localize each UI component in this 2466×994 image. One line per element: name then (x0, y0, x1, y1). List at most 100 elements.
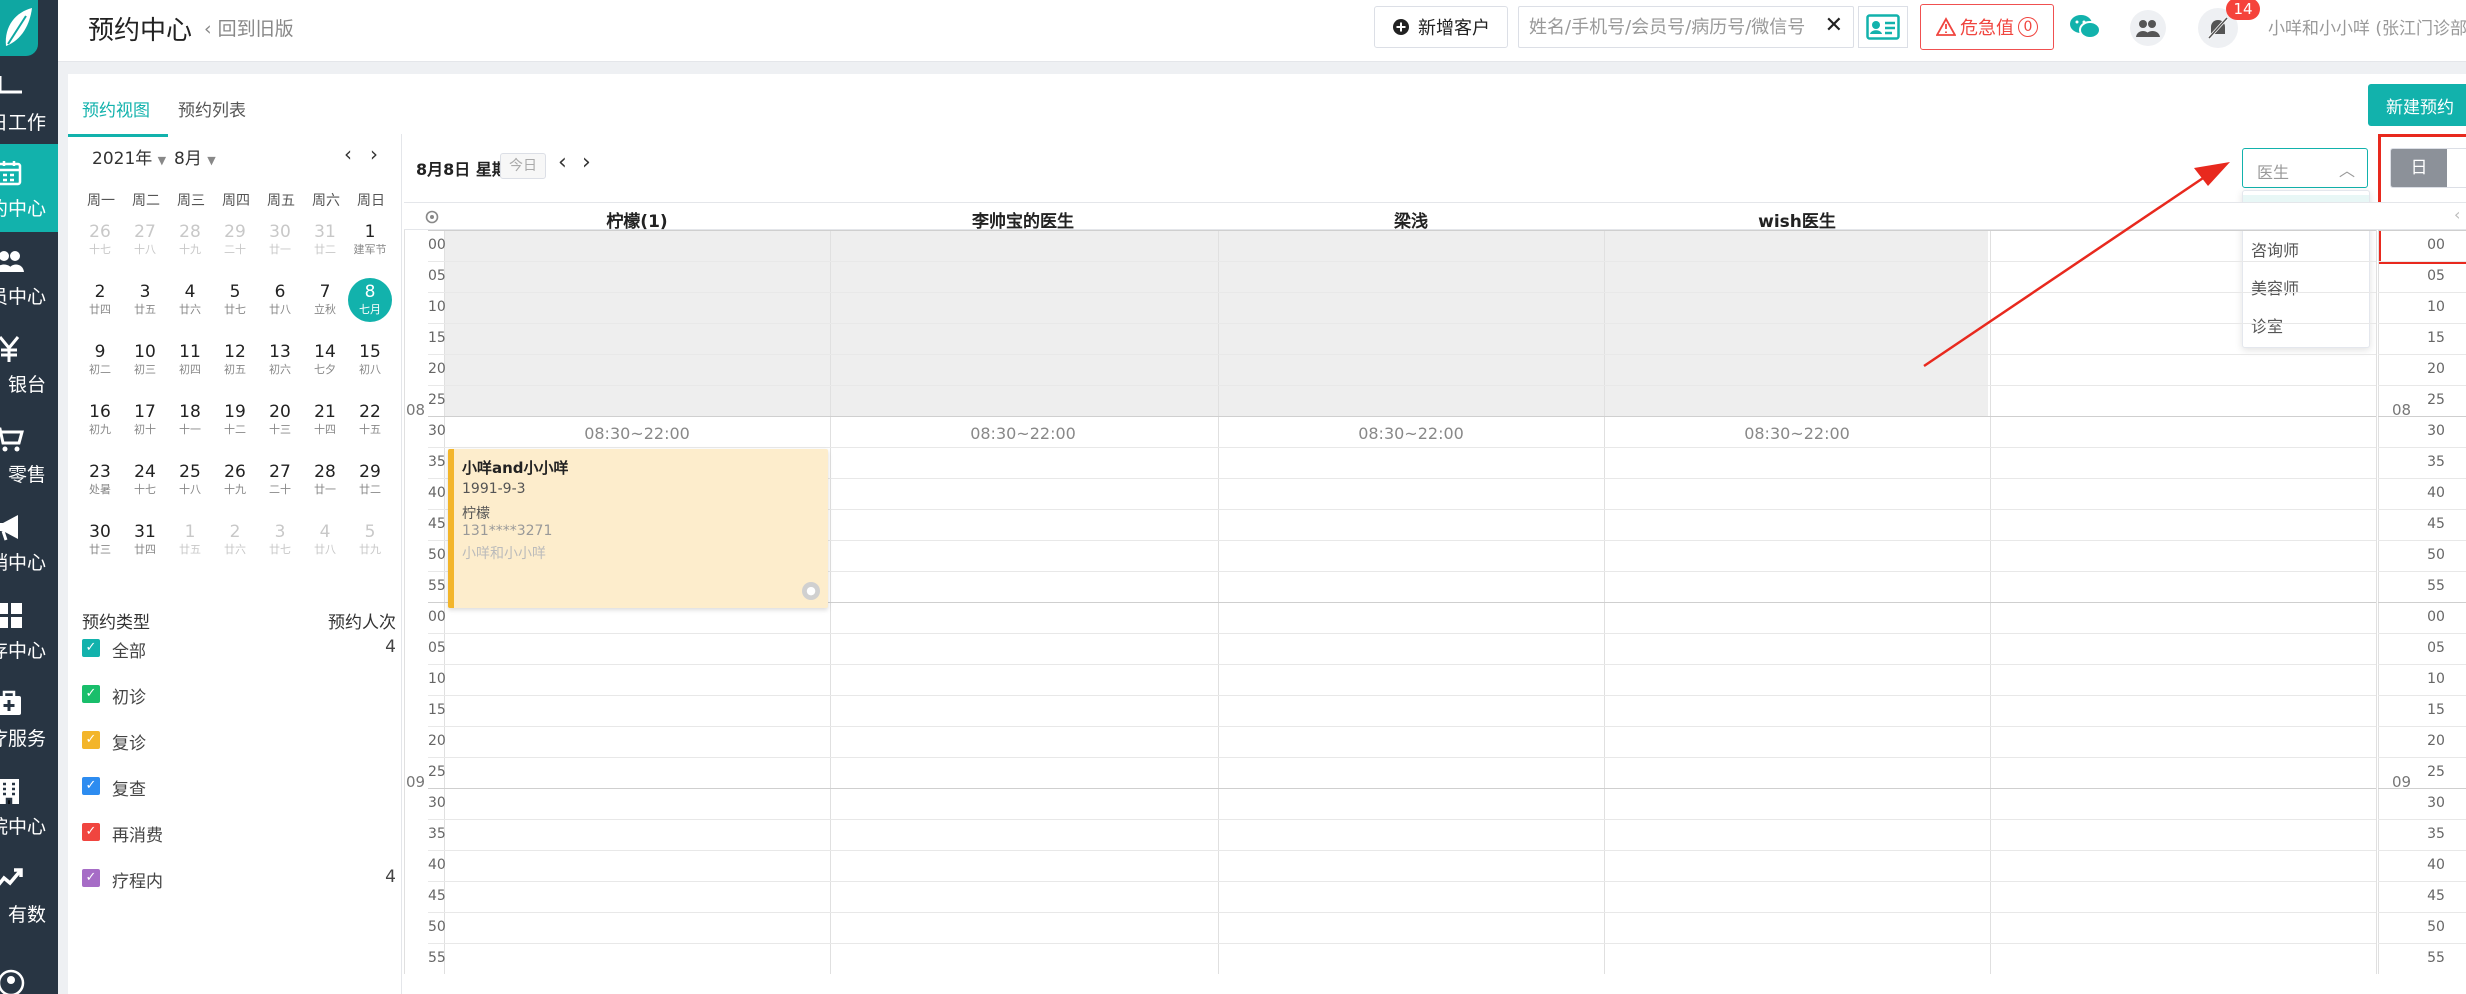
calendar-day[interactable]: 11 初四 (168, 338, 212, 382)
day-number: 26 (89, 222, 111, 242)
sidebar-item-clinic-center[interactable]: 院中心 (0, 762, 58, 850)
calendar-day[interactable]: 23 处暑 (78, 458, 122, 502)
sidebar-item-analytics[interactable]: 有数 (0, 850, 58, 938)
calendar-day[interactable]: 27 十八 (123, 218, 167, 262)
appointment-card[interactable]: 小咩and小小咩 1991-9-3 柠檬 131****3271 小咩和小小咩 ● (448, 449, 828, 608)
calendar-day[interactable]: 5 廿九 (348, 518, 392, 562)
calendar-day[interactable]: 8 七月 (348, 278, 392, 322)
working-hours-label: 08:30~22:00 (1358, 424, 1464, 443)
user-name[interactable]: 小咩和小小咩 (张江门诊部) (2268, 14, 2466, 39)
calendar-day[interactable]: 3 廿五 (123, 278, 167, 322)
calendar-day[interactable]: 15 初八 (348, 338, 392, 382)
appointment-type-row[interactable]: ✓ 复诊 (82, 728, 396, 754)
calendar-day[interactable]: 30 廿三 (78, 518, 122, 562)
calendar-day[interactable]: 17 初十 (123, 398, 167, 442)
calendar-day[interactable]: 1 廿五 (168, 518, 212, 562)
search-input[interactable] (1529, 13, 1815, 41)
checkbox[interactable]: ✓ (82, 639, 100, 657)
lunar-date: 十四 (314, 423, 336, 436)
calendar-day[interactable]: 30 廿一 (258, 218, 302, 262)
calendar-next-month[interactable]: › (370, 142, 378, 166)
calendar-day[interactable]: 21 十四 (303, 398, 347, 442)
sidebar-item-cashier[interactable]: 银台 (0, 320, 58, 408)
bell-muted-icon (2207, 16, 2229, 40)
wechat-icon[interactable] (2068, 12, 2102, 42)
calendar-day[interactable]: 4 廿八 (303, 518, 347, 562)
calendar-day[interactable]: 24 十七 (123, 458, 167, 502)
checkbox[interactable]: ✓ (82, 777, 100, 795)
calendar-day[interactable]: 25 十八 (168, 458, 212, 502)
calendar-day[interactable]: 14 七夕 (303, 338, 347, 382)
previous-day-button[interactable]: ‹ (558, 150, 567, 175)
grid-row-line (2378, 912, 2466, 913)
calendar-day[interactable]: 27 二十 (258, 458, 302, 502)
calendar-day[interactable]: 3 廿七 (258, 518, 302, 562)
calendar-day[interactable]: 4 廿六 (168, 278, 212, 322)
calendar-day[interactable]: 2 廿四 (78, 278, 122, 322)
close-icon[interactable]: ✕ (1825, 13, 1843, 38)
next-day-button[interactable]: › (582, 150, 591, 175)
calendar-day[interactable]: 28 廿一 (303, 458, 347, 502)
team-icon[interactable] (2130, 10, 2166, 46)
logo[interactable] (0, 0, 38, 56)
appointment-type-row[interactable]: ✓ 复查 (82, 774, 396, 800)
sidebar-item-marketing-center[interactable]: 销中心 (0, 498, 58, 586)
calendar-day[interactable]: 28 十九 (168, 218, 212, 262)
checkbox[interactable]: ✓ (82, 823, 100, 841)
appointment-type-row[interactable]: ✓ 再消费 (82, 820, 396, 846)
lunar-date: 廿八 (314, 543, 336, 556)
calendar-day[interactable]: 5 廿七 (213, 278, 257, 322)
calendar-day[interactable]: 6 廿八 (258, 278, 302, 322)
tab-appointment-list[interactable]: 预约列表 (178, 96, 246, 121)
user-circle-icon[interactable] (0, 968, 26, 994)
calendar-day[interactable]: 10 初三 (123, 338, 167, 382)
sidebar-item-medical-service[interactable]: 疗服务 (0, 674, 58, 762)
back-to-old-version-link[interactable]: ‹ 回到旧版 (204, 14, 294, 41)
calendar-day[interactable]: 31 廿二 (303, 218, 347, 262)
calendar-day[interactable]: 26 十九 (213, 458, 257, 502)
calendar-day[interactable]: 22 十五 (348, 398, 392, 442)
calendar-day[interactable]: 9 初二 (78, 338, 122, 382)
sidebar-item-inventory-center[interactable]: 存中心 (0, 586, 58, 674)
calendar-day[interactable]: 31 廿四 (123, 518, 167, 562)
calendar-day[interactable]: 29 廿二 (348, 458, 392, 502)
month-select[interactable]: 8月 ▼ (174, 144, 216, 169)
calendar-prev-month[interactable]: ‹ (344, 142, 352, 166)
appointment-type-row[interactable]: ✓ 初诊 (82, 682, 396, 708)
calendar-day[interactable]: 18 十一 (168, 398, 212, 442)
tab-appointment-view[interactable]: 预约视图 (82, 96, 150, 121)
checkbox[interactable]: ✓ (82, 869, 100, 887)
sidebar-item-member-center[interactable]: 员中心 (0, 232, 58, 320)
day-number: 28 (314, 462, 336, 482)
calendar-day[interactable]: 20 十三 (258, 398, 302, 442)
column-scroll-left[interactable]: ‹ (2454, 205, 2460, 224)
critical-value-button[interactable]: 危急值 0 (1920, 4, 2054, 50)
new-appointment-button[interactable]: 新建预约 (2368, 84, 2466, 126)
today-button[interactable]: 今日 (500, 153, 546, 179)
calendar-day[interactable]: 12 初五 (213, 338, 257, 382)
sidebar-item-retail[interactable]: 零售 (0, 410, 58, 498)
calendar-day[interactable]: 13 初六 (258, 338, 302, 382)
sidebar-item-appointment-center[interactable]: 约中心 (0, 144, 58, 232)
calendar-day[interactable]: 19 十二 (213, 398, 257, 442)
back-link-label: 回到旧版 (217, 18, 294, 40)
calendar-day[interactable]: 16 初九 (78, 398, 122, 442)
minute-label: 00 (428, 609, 446, 625)
appointment-type-row[interactable]: ✓ 全部 4 (82, 636, 396, 662)
calendar-day[interactable]: 2 廿六 (213, 518, 257, 562)
appointment-type-row[interactable]: ✓ 疗程内 4 (82, 866, 396, 892)
calendar-day[interactable]: 26 十七 (78, 218, 122, 262)
calendar-day[interactable]: 7 立秋 (303, 278, 347, 322)
settings-icon[interactable] (424, 209, 440, 225)
checkbox[interactable]: ✓ (82, 731, 100, 749)
minute-label: 00 (2427, 237, 2445, 253)
year-select[interactable]: 2021年 ▼ (92, 144, 166, 169)
checkbox[interactable]: ✓ (82, 685, 100, 703)
id-card-reader-button[interactable] (1858, 6, 1908, 48)
add-customer-button[interactable]: 新增客户 (1374, 6, 1508, 48)
calendar-day[interactable]: 1 建军节 (348, 218, 392, 262)
sidebar-item-daily-work[interactable]: 日工作 (0, 58, 58, 146)
calendar-day[interactable]: 29 二十 (213, 218, 257, 262)
lunar-date: 廿二 (359, 483, 381, 496)
role-select[interactable]: 医生 ︿ (2242, 148, 2368, 188)
